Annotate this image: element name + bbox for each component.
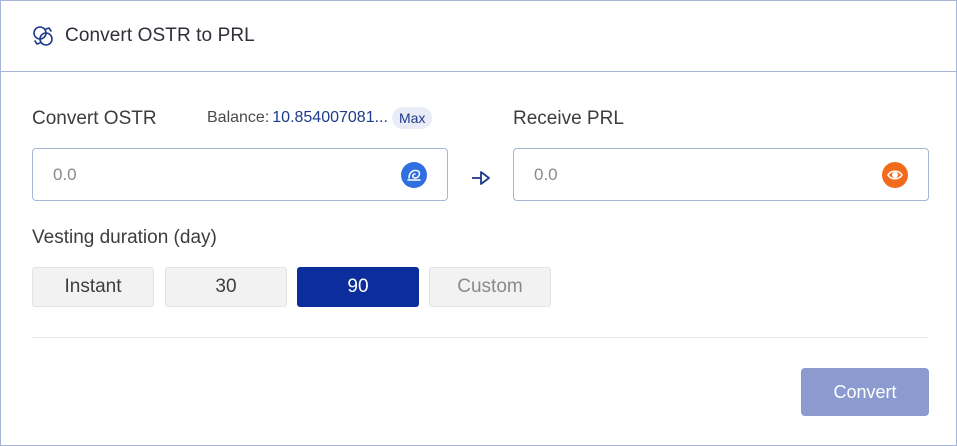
max-button[interactable]: Max	[391, 107, 433, 129]
balance-value: 10.854007081...	[272, 109, 388, 126]
vesting-option-30[interactable]: 30	[165, 267, 287, 307]
ostr-amount-field[interactable]	[32, 148, 448, 201]
convert-button[interactable]: Convert	[801, 368, 929, 416]
vesting-option-instant[interactable]: Instant	[32, 267, 154, 307]
convert-ostr-label: Convert OSTR	[32, 108, 157, 129]
ostr-amount-input[interactable]	[53, 164, 353, 185]
balance-info: Balance: 10.854007081... Max	[207, 105, 433, 131]
ostr-token-icon	[401, 162, 427, 188]
prl-token-icon	[882, 162, 908, 188]
card-header: Convert OSTR to PRL	[1, 1, 956, 72]
vesting-duration-label: Vesting duration (day)	[32, 227, 217, 248]
vesting-option-custom[interactable]: Custom	[429, 267, 551, 307]
prl-amount-input[interactable]	[534, 164, 834, 185]
convert-card: Convert OSTR to PRL Convert OSTR Balance…	[0, 0, 957, 446]
page-title: Convert OSTR to PRL	[65, 25, 255, 46]
balance-label: Balance:	[207, 109, 270, 126]
arrow-right-icon	[470, 167, 492, 189]
swap-circles-icon	[32, 25, 54, 47]
vesting-option-90[interactable]: 90	[297, 267, 419, 307]
receive-prl-label: Receive PRL	[513, 108, 624, 129]
prl-amount-field[interactable]	[513, 148, 929, 201]
divider	[32, 337, 928, 338]
